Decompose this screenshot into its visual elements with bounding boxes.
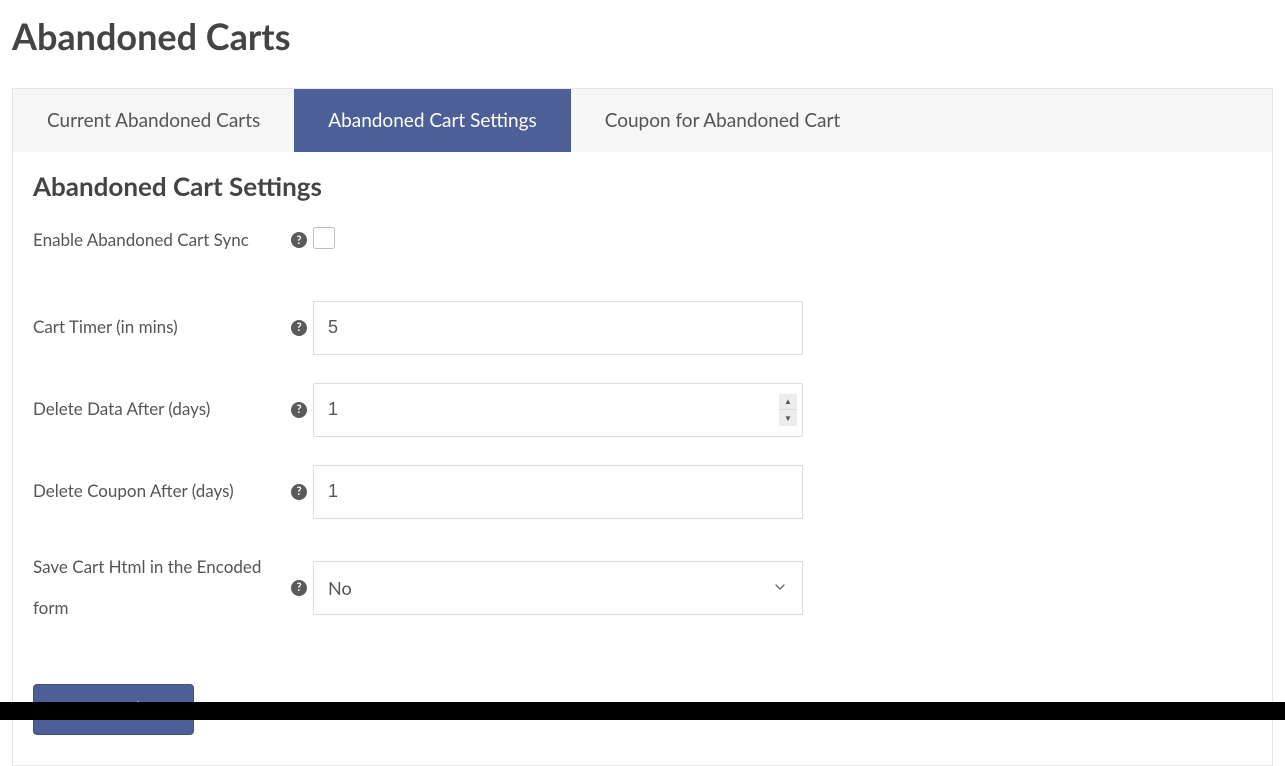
label-cart-timer: Cart Timer (in mins) <box>33 307 291 348</box>
row-delete-coupon-after: Delete Coupon After (days) ? <box>33 465 1252 519</box>
help-icon[interactable]: ? <box>291 402 307 418</box>
row-delete-data-after: Delete Data After (days) ? ▲ ▼ <box>33 383 1252 437</box>
page-title: Abandoned Carts <box>12 14 1273 58</box>
help-icon[interactable]: ? <box>291 484 307 500</box>
input-cart-timer[interactable] <box>313 301 803 355</box>
chevron-down-icon <box>772 577 788 599</box>
label-delete-coupon-after: Delete Coupon After (days) <box>33 471 291 512</box>
tab-current-abandoned-carts[interactable]: Current Abandoned Carts <box>13 89 294 152</box>
label-delete-data-after: Delete Data After (days) <box>33 389 291 430</box>
input-delete-coupon-after[interactable] <box>313 465 803 519</box>
settings-panel: Abandoned Cart Settings Enable Abandoned… <box>12 152 1273 766</box>
footer-strip <box>0 702 1285 720</box>
help-icon[interactable]: ? <box>291 580 307 596</box>
tab-bar: Current Abandoned Carts Abandoned Cart S… <box>12 88 1273 152</box>
label-enable-sync: Enable Abandoned Cart Sync <box>33 220 291 261</box>
spinner-up-icon[interactable]: ▲ <box>779 394 797 410</box>
number-spinner: ▲ ▼ <box>779 394 797 426</box>
help-icon[interactable]: ? <box>291 232 307 248</box>
row-cart-timer: Cart Timer (in mins) ? <box>33 301 1252 355</box>
tab-coupon-for-abandoned-cart[interactable]: Coupon for Abandoned Cart <box>571 89 875 152</box>
checkbox-enable-sync[interactable] <box>313 227 335 249</box>
tab-abandoned-cart-settings[interactable]: Abandoned Cart Settings <box>294 89 570 152</box>
help-icon[interactable]: ? <box>291 320 307 336</box>
row-enable-sync: Enable Abandoned Cart Sync ? <box>33 220 1252 261</box>
label-save-cart-html: Save Cart Html in the Encoded form <box>33 547 291 629</box>
spinner-down-icon[interactable]: ▼ <box>779 410 797 426</box>
select-value: No <box>328 577 352 599</box>
select-save-cart-html[interactable]: No <box>313 561 803 615</box>
row-save-cart-html: Save Cart Html in the Encoded form ? No <box>33 547 1252 629</box>
control-enable-sync <box>313 227 335 253</box>
section-title: Abandoned Cart Settings <box>33 170 1252 202</box>
input-delete-data-after[interactable] <box>313 383 803 437</box>
